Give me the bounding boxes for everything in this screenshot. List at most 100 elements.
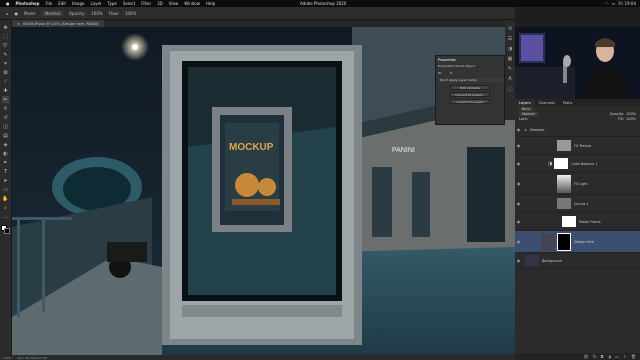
layer-name: FX Light (574, 181, 588, 186)
tab-close-icon[interactable]: × (17, 22, 20, 26)
layer-row[interactable]: ◉ Poster Frame (515, 213, 640, 231)
quick-select-tool-icon[interactable]: ✎ (2, 51, 9, 58)
blend-mode-select[interactable]: Normal (519, 111, 538, 116)
document-tab[interactable]: × MOCKUP.psd @ 100% (Design here, RGB/8) (12, 20, 104, 27)
crop-tool-icon[interactable]: ⌗ (2, 60, 9, 67)
menu-select[interactable]: Select (123, 1, 135, 6)
app-menu[interactable]: Photoshop (16, 1, 40, 6)
mode-select[interactable]: Normal (42, 10, 63, 16)
menu-help[interactable]: Help (206, 1, 215, 6)
layer-row[interactable]: ◉ FX Texture (515, 137, 640, 155)
adjustments-panel-icon[interactable]: ◑ (508, 46, 512, 52)
status-bar: 100% Doc: 45.2M/212.3M (0, 355, 515, 360)
zoom-tool-icon[interactable]: ⌕ (2, 204, 9, 211)
layer-row-selected[interactable]: ◉ Design here (515, 231, 640, 253)
libraries-panel-icon[interactable]: ▦ (508, 56, 513, 62)
menu-file[interactable]: File (46, 1, 53, 6)
gradient-tool-icon[interactable]: ▤ (2, 132, 9, 139)
brush-preset-icon[interactable]: ● (15, 11, 19, 16)
pen-tool-icon[interactable]: ✒ (2, 159, 9, 166)
color-swatches[interactable] (0, 225, 11, 235)
eyedropper-tool-icon[interactable]: ⁄ (2, 78, 9, 85)
home-icon[interactable]: ⌂ (6, 11, 9, 16)
wifi-icon[interactable]: ◠ (605, 1, 609, 6)
properties-panel-icon[interactable]: ☰ (508, 36, 512, 42)
convert-layers-button[interactable]: Convert to Layers (450, 99, 490, 104)
shape-tool-icon[interactable]: ▭ (2, 186, 9, 193)
eraser-tool-icon[interactable]: ◫ (2, 123, 9, 130)
dodge-tool-icon[interactable]: ◐ (2, 150, 9, 157)
battery-icon[interactable]: ▭ (612, 1, 616, 6)
visibility-eye-icon[interactable]: ◉ (515, 201, 522, 206)
fx-icon[interactable]: fx (593, 354, 597, 359)
layer-thumbnail (557, 198, 571, 209)
move-tool-icon[interactable]: ✥ (2, 24, 9, 31)
menu-edit[interactable]: Edit (58, 1, 66, 6)
lock-label: Lock: (519, 116, 529, 121)
convert-linked-button[interactable]: Convert to Linked... (450, 92, 490, 97)
document-tab-bar: × MOCKUP.psd @ 100% (Design here, RGB/8) (12, 20, 515, 27)
folder-icon: ▸ (525, 127, 527, 132)
path-select-tool-icon[interactable]: ➤ (2, 177, 9, 184)
layer-name: Color Balance 1 (571, 161, 598, 166)
history-panel-icon[interactable]: ⟲ (508, 26, 512, 32)
webcam-overlay (515, 27, 640, 99)
healing-tool-icon[interactable]: ✚ (2, 87, 9, 94)
new-group-icon[interactable]: ▭ (615, 354, 619, 359)
kind-filter-select[interactable]: Kind (519, 106, 533, 111)
layer-row[interactable]: ◉ FX Light (515, 173, 640, 195)
zoom-level[interactable]: 100% (3, 356, 12, 360)
add-mask-icon[interactable]: ◘ (600, 354, 603, 359)
edit-contents-button[interactable]: Edit Contents (450, 85, 490, 90)
tab-paths[interactable]: Paths (559, 101, 577, 105)
layer-comp-select[interactable]: Don't Apply Layer Comp (438, 78, 502, 82)
width-label: W: (438, 71, 442, 75)
tab-channels[interactable]: Channels (535, 101, 559, 105)
menu-3d[interactable]: 3D (157, 1, 163, 6)
lasso-tool-icon[interactable]: ➰ (2, 42, 9, 49)
brush-panel-icon[interactable]: ✎ (508, 66, 512, 72)
clock: Fri 19:04 (618, 1, 636, 6)
visibility-eye-icon[interactable]: ◉ (515, 161, 522, 166)
new-layer-icon[interactable]: ＋ (623, 354, 627, 360)
opacity-field[interactable]: 100% (91, 11, 102, 16)
visibility-eye-icon[interactable]: ◉ (515, 143, 522, 148)
menu-type[interactable]: Type (108, 1, 117, 6)
apple-menu-icon[interactable]: ● (6, 1, 10, 6)
delete-layer-icon[interactable]: 🗑 (631, 354, 636, 359)
more-tools-icon[interactable]: … (2, 213, 9, 220)
menu-filter[interactable]: Filter (141, 1, 151, 6)
type-tool-icon[interactable]: T (2, 168, 9, 175)
flow-field[interactable]: 100% (125, 11, 136, 16)
layer-opacity-field[interactable]: 100% (626, 112, 636, 116)
menu-view[interactable]: View (169, 1, 179, 6)
background-color[interactable] (3, 228, 10, 234)
layer-name: Curves 1 (574, 201, 589, 206)
layer-row[interactable]: ◉ Background (515, 253, 640, 269)
new-adjustment-icon[interactable]: ◑ (608, 354, 612, 359)
visibility-eye-icon[interactable]: ◉ (515, 181, 522, 186)
hand-tool-icon[interactable]: ✋ (2, 195, 9, 202)
layer-opacity-label: Opacity: (609, 111, 624, 116)
link-layers-icon[interactable]: ⛓ (584, 354, 589, 359)
frame-tool-icon[interactable]: ⊠ (2, 69, 9, 76)
visibility-eye-icon[interactable]: ◉ (515, 127, 522, 132)
tab-layers[interactable]: Layers (515, 99, 535, 106)
visibility-eye-icon[interactable]: ◉ (515, 239, 522, 244)
blur-tool-icon[interactable]: ◈ (2, 141, 9, 148)
menu-window[interactable]: Window (184, 1, 200, 6)
character-panel-icon[interactable]: A (508, 76, 511, 82)
layer-row[interactable]: ◉ Curves 1 (515, 195, 640, 213)
brush-tool-icon[interactable]: ✏ (2, 96, 9, 103)
visibility-eye-icon[interactable]: ◉ (515, 219, 522, 224)
visibility-eye-icon[interactable]: ◉ (515, 258, 522, 263)
info-panel-icon[interactable]: ⓘ (507, 86, 512, 93)
stamp-tool-icon[interactable]: ⚲ (2, 105, 9, 112)
history-brush-icon[interactable]: ↺ (2, 114, 9, 121)
layer-row[interactable]: ◉ ▸ Shadows (515, 123, 640, 137)
menu-layer[interactable]: Layer (91, 1, 102, 6)
menu-image[interactable]: Image (72, 1, 85, 6)
fill-field[interactable]: 100% (626, 117, 636, 121)
layer-row[interactable]: ◉ ◑ Color Balance 1 (515, 155, 640, 173)
marquee-tool-icon[interactable]: ⬚ (2, 33, 9, 40)
